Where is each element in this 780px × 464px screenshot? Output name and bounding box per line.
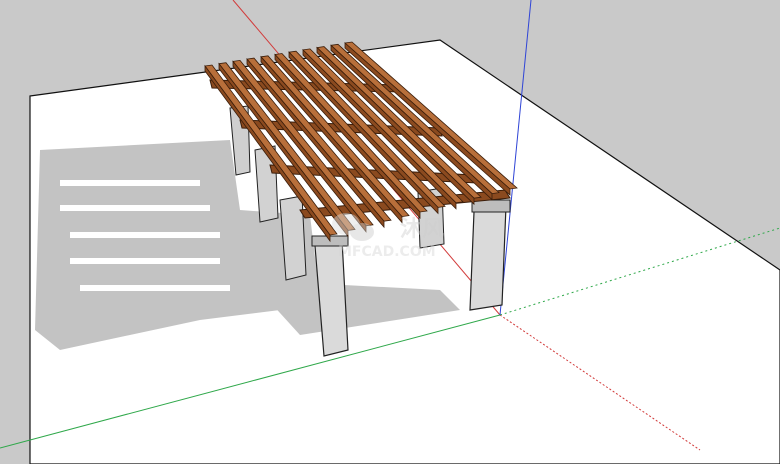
watermark-sub-text: MFCAD.COM	[338, 244, 436, 260]
sketchup-viewport[interactable]: 沐风 MFCAD.COM	[0, 0, 780, 464]
watermark-main-text: 沐风	[400, 217, 444, 242]
3d-scene[interactable]: 沐风 MFCAD.COM	[0, 0, 780, 464]
